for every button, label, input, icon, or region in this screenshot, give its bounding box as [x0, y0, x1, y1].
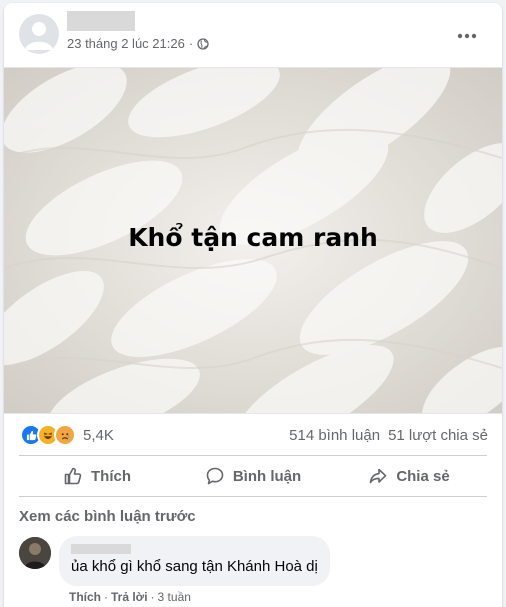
- post-actions-bar: Thích Bình luận Chia sẻ: [19, 455, 487, 497]
- view-previous-comments-link[interactable]: Xem các bình luận trước: [19, 508, 196, 525]
- post-stats: 5,4K 514 bình luận 51 lượt chia sẻ: [4, 419, 502, 449]
- engagement-counts: 514 bình luận 51 lượt chia sẻ: [289, 427, 488, 444]
- comment-like-link[interactable]: Thích: [69, 590, 101, 604]
- comment-bubble-icon: [206, 467, 224, 485]
- author-name[interactable]: [67, 11, 135, 31]
- author-avatar[interactable]: [19, 14, 59, 54]
- commenter-photo: [19, 537, 51, 569]
- comment-action-separator: ·: [150, 590, 155, 604]
- post-card: 23 tháng 2 lúc 21:26 · Khổ tận cam ranh …: [4, 3, 502, 607]
- comment-action-separator: ·: [104, 590, 108, 604]
- post-header: 23 tháng 2 lúc 21:26 ·: [4, 3, 502, 67]
- reaction-count[interactable]: 5,4K: [83, 427, 114, 444]
- share-button[interactable]: Chia sẻ: [331, 456, 487, 496]
- share-count[interactable]: 51 lượt chia sẻ: [388, 427, 488, 444]
- default-avatar-icon: [25, 22, 53, 50]
- comment-button[interactable]: Bình luận: [175, 456, 331, 496]
- comment-bubble: ủa khổ gì khổ sang tận Khánh Hoà dị: [59, 536, 330, 586]
- share-arrow-icon: [370, 468, 387, 484]
- comment-time[interactable]: 3 tuần: [158, 590, 191, 604]
- like-label: Thích: [91, 467, 131, 485]
- share-label: Chia sẻ: [396, 467, 450, 485]
- commenter-avatar[interactable]: [19, 537, 51, 569]
- ellipsis-icon: [457, 33, 477, 39]
- commenter-name[interactable]: [71, 544, 131, 554]
- meta-separator: ·: [188, 36, 194, 51]
- thumbs-up-icon: [64, 467, 82, 485]
- globe-icon[interactable]: [197, 37, 209, 50]
- like-button[interactable]: Thích: [19, 456, 175, 496]
- comment-actions: Thích · Trả lời · 3 tuần: [69, 590, 191, 604]
- post-image[interactable]: Khổ tận cam ranh: [4, 67, 502, 414]
- more-options-button[interactable]: [452, 21, 482, 51]
- sad-icon: [54, 424, 76, 446]
- post-text: Khổ tận cam ranh: [128, 223, 378, 252]
- comment-reply-link[interactable]: Trả lời: [111, 590, 148, 604]
- comment-label: Bình luận: [232, 467, 302, 485]
- post-meta: 23 tháng 2 lúc 21:26 ·: [67, 36, 209, 51]
- comment-text: ủa khổ gì khổ sang tận Khánh Hoà dị: [71, 558, 318, 575]
- reactions-summary[interactable]: 5,4K: [20, 424, 114, 446]
- comment-count[interactable]: 514 bình luận: [289, 427, 380, 444]
- post-timestamp[interactable]: 23 tháng 2 lúc 21:26: [67, 36, 185, 51]
